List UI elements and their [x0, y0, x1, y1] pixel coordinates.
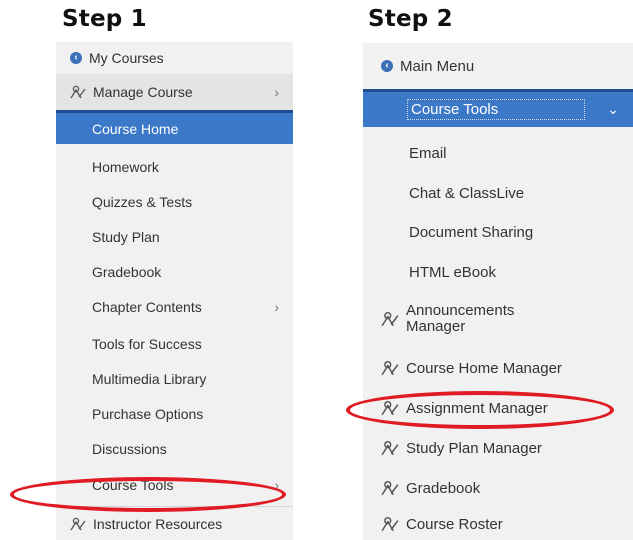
- menu-item-chapter-contents[interactable]: Chapter Contents ›: [56, 290, 293, 324]
- menu-item-course-home[interactable]: Course Home: [56, 110, 293, 144]
- tool-item-chat-classlive[interactable]: Chat & ClassLive: [363, 173, 633, 213]
- menu-item-homework[interactable]: Homework: [56, 150, 293, 184]
- menu-item-label: Study Plan: [92, 229, 160, 245]
- menu-item-discussions[interactable]: Discussions: [56, 432, 293, 466]
- course-tools-label: Course Tools: [407, 99, 585, 120]
- user-pencil-icon: [381, 440, 399, 456]
- chevron-down-icon: ⌄: [607, 101, 619, 117]
- manager-item-course-roster[interactable]: Course Roster: [363, 508, 633, 540]
- manage-course-item[interactable]: Manage Course ›: [56, 74, 293, 110]
- instructor-resources-label: Instructor Resources: [93, 515, 223, 532]
- menu-item-label: Discussions: [92, 441, 167, 457]
- menu-item-tools-for-success[interactable]: Tools for Success: [56, 327, 293, 361]
- my-courses-label: My Courses: [89, 50, 164, 66]
- menu-item-label: Tools for Success: [92, 336, 202, 352]
- tool-item-email[interactable]: Email: [363, 133, 633, 173]
- user-pencil-icon: [381, 360, 399, 376]
- tool-item-html-ebook[interactable]: HTML eBook: [363, 252, 633, 292]
- menu-item-label: Purchase Options: [92, 406, 204, 422]
- step1-title: Step 1: [62, 6, 147, 32]
- menu-item-label: Gradebook: [92, 264, 162, 280]
- tool-item-document-sharing[interactable]: Document Sharing: [363, 212, 633, 252]
- chevron-right-icon: ›: [274, 299, 279, 315]
- manager-item-label: Study Plan Manager: [406, 439, 542, 457]
- highlight-ellipse-course-tools: [10, 477, 286, 512]
- main-menu-label: Main Menu: [400, 57, 475, 75]
- manager-item-gradebook[interactable]: Gradebook: [363, 468, 633, 508]
- manager-item-label: Course Home Manager: [406, 359, 562, 377]
- instructor-resources-item[interactable]: Instructor Resources: [56, 507, 293, 540]
- menu-item-label: Multimedia Library: [92, 371, 207, 387]
- menu-item-study-plan[interactable]: Study Plan: [56, 220, 293, 254]
- step2-menu-panel: ‹ Main Menu Course Tools ⌄ Email Chat & …: [363, 43, 633, 540]
- main-menu-link[interactable]: ‹ Main Menu: [363, 43, 633, 89]
- course-tools-item[interactable]: Course Tools ⌄: [363, 89, 633, 127]
- user-pencil-icon: [381, 480, 399, 496]
- menu-item-purchase-options[interactable]: Purchase Options: [56, 397, 293, 431]
- menu-item-gradebook[interactable]: Gradebook: [56, 255, 293, 289]
- manager-item-label: Announcements Manager: [406, 302, 515, 335]
- menu-item-label: Course Home: [92, 120, 179, 137]
- tool-item-label: Chat & ClassLive: [409, 184, 525, 202]
- manage-course-label: Manage Course: [93, 84, 193, 100]
- chevron-left-circle-icon: ‹: [381, 60, 393, 72]
- menu-item-label: Chapter Contents: [92, 299, 202, 315]
- manager-item-label: Course Roster: [406, 515, 503, 533]
- step2-title: Step 2: [368, 6, 453, 32]
- user-pencil-icon: [381, 311, 399, 327]
- menu-item-label: Homework: [92, 159, 159, 175]
- menu-item-quizzes-tests[interactable]: Quizzes & Tests: [56, 185, 293, 219]
- chevron-right-icon: ›: [274, 84, 279, 100]
- menu-item-label: Quizzes & Tests: [92, 194, 193, 210]
- tool-item-label: Email: [409, 144, 447, 162]
- manager-item-announcements[interactable]: Announcements Manager: [363, 295, 633, 343]
- manager-item-course-home[interactable]: Course Home Manager: [363, 348, 633, 388]
- user-pencil-icon: [381, 516, 399, 532]
- manager-item-label: Gradebook: [406, 479, 481, 497]
- step1-menu-panel: ‹ My Courses Manage Course › Course Home…: [56, 42, 293, 540]
- tool-item-label: Document Sharing: [409, 223, 534, 241]
- highlight-ellipse-assignment-manager: [346, 391, 614, 429]
- manager-item-study-plan[interactable]: Study Plan Manager: [363, 428, 633, 468]
- tool-item-label: HTML eBook: [409, 263, 496, 281]
- my-courses-link[interactable]: ‹ My Courses: [56, 42, 293, 74]
- chevron-left-circle-icon: ‹: [70, 52, 82, 64]
- user-pencil-icon: [70, 85, 86, 99]
- menu-item-multimedia-library[interactable]: Multimedia Library: [56, 362, 293, 396]
- user-pencil-icon: [70, 517, 86, 531]
